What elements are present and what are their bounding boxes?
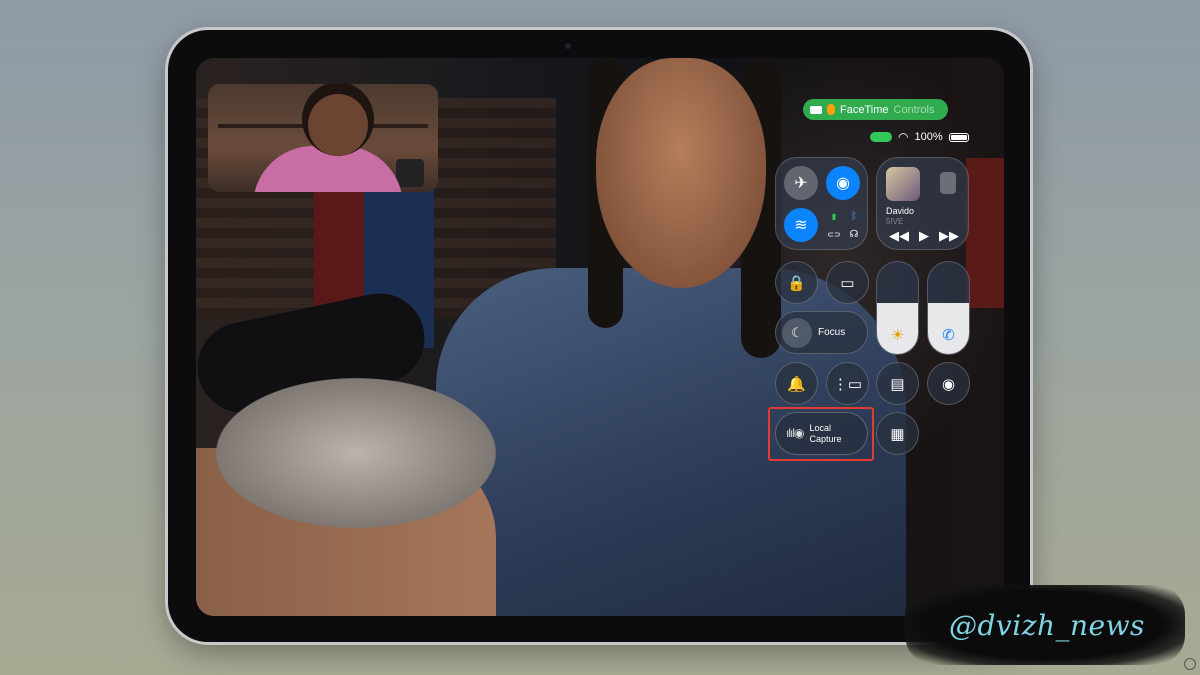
album-art xyxy=(886,167,920,201)
wifi-toggle-icon[interactable]: ≋ xyxy=(784,208,818,242)
watermark: @dvizh_news xyxy=(905,585,1185,665)
watermark-text: @dvizh_news xyxy=(949,609,1145,642)
airplay-icon[interactable] xyxy=(940,172,956,194)
battery-percent: 100% xyxy=(914,131,943,143)
bluetooth-icon[interactable]: ᛒ xyxy=(846,208,862,224)
pip-speaker xyxy=(396,159,424,187)
corner-badge-icon xyxy=(1184,658,1196,670)
next-track-icon[interactable]: ▶▶ xyxy=(939,228,959,244)
moon-icon: ☾ xyxy=(782,317,812,348)
facetime-label: FaceTime xyxy=(840,103,889,116)
airplane-mode-icon[interactable]: ✈ xyxy=(784,166,818,200)
track-title: 5IVE xyxy=(886,217,904,226)
front-camera xyxy=(565,43,571,49)
facetime-controls-pill[interactable]: FaceTime Controls xyxy=(803,99,948,120)
focus-button[interactable]: ☾ Focus xyxy=(775,311,868,354)
controls-label: Controls xyxy=(893,103,935,116)
play-icon[interactable]: ▶ xyxy=(919,228,929,244)
curtain-right xyxy=(966,158,1004,308)
airdrop-icon[interactable]: ◉ xyxy=(826,166,860,200)
now-playing-module[interactable]: Davido 5IVE ◀◀ ▶ ▶▶ xyxy=(876,157,969,250)
bell-icon[interactable]: 🔔 xyxy=(775,362,818,405)
track-artist: Davido xyxy=(886,206,915,216)
video-icon xyxy=(810,105,822,114)
screen-record-icon[interactable]: ◉ xyxy=(927,362,970,405)
status-bar: ◠ 100% xyxy=(870,130,969,144)
orientation-lock-icon[interactable]: 🔒 xyxy=(775,261,818,304)
cellular-icon[interactable]: ▮ xyxy=(826,208,842,224)
mic-icon xyxy=(827,104,835,115)
brightness-icon: ☀ xyxy=(890,327,905,344)
connectivity-group[interactable]: ✈ ◉ ≋ ▮ ᛒ ⊂⊃ ☊ xyxy=(775,157,868,250)
pip-person-head xyxy=(308,94,368,156)
voice-icon[interactable]: ☊ xyxy=(846,226,862,242)
battery-icon xyxy=(948,132,969,142)
brightness-slider[interactable]: ☀ xyxy=(876,261,919,355)
phone-icon: ✆ xyxy=(942,327,955,344)
quick-note-icon[interactable]: ▤ xyxy=(876,362,919,405)
wifi-icon: ◠ xyxy=(898,130,909,144)
previous-track-icon[interactable]: ◀◀ xyxy=(889,228,909,244)
fur-sleeve xyxy=(216,378,496,528)
focus-label: Focus xyxy=(818,327,846,338)
stage-manager-icon[interactable]: ⋮▭ xyxy=(826,362,869,405)
calculator-icon[interactable]: ▦ xyxy=(876,412,919,455)
camera-active-indicator xyxy=(870,132,892,142)
playback-controls: ◀◀ ▶ ▶▶ xyxy=(889,228,959,244)
self-view-pip[interactable] xyxy=(208,84,438,192)
highlight-box xyxy=(768,407,874,461)
person-face xyxy=(596,58,766,288)
hotspot-icon[interactable]: ⊂⊃ xyxy=(826,226,842,242)
call-volume-slider[interactable]: ✆ xyxy=(927,261,970,355)
screen-mirroring-icon[interactable]: ▭ xyxy=(826,261,869,304)
